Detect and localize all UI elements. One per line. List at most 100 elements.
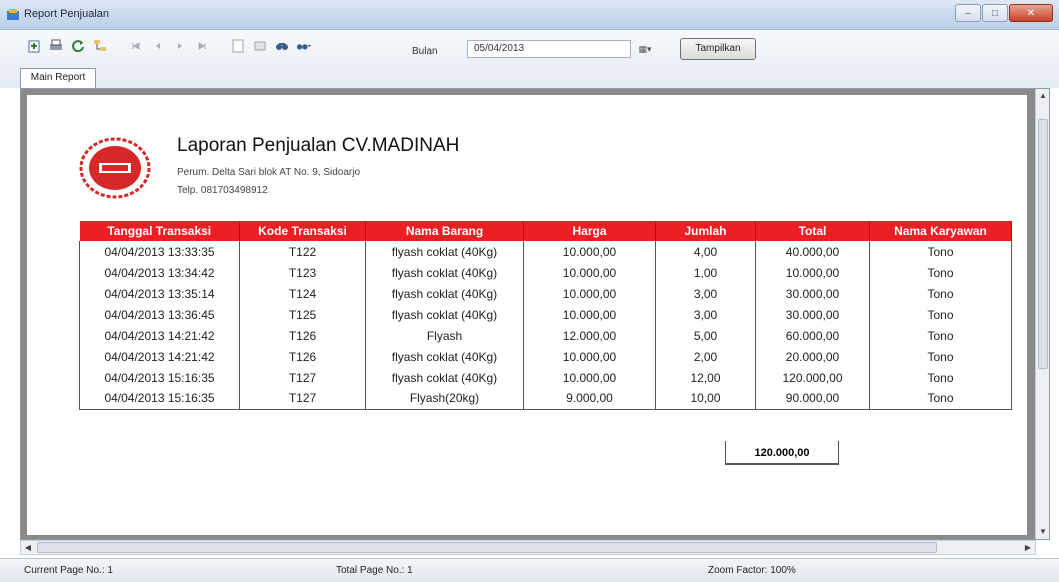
table-cell: T126 (239, 325, 366, 346)
report-toolbar-icons (26, 38, 318, 54)
export-icon[interactable] (26, 38, 42, 54)
tab-main-report[interactable]: Main Report (20, 68, 96, 88)
close-page-icon[interactable] (252, 38, 268, 54)
scroll-left-icon[interactable]: ◀ (21, 541, 35, 554)
table-cell: Tono (869, 262, 1012, 283)
goto-page-icon[interactable] (230, 38, 246, 54)
table-cell: Tono (869, 388, 1012, 410)
table-row: 04/04/2013 13:33:35 T122 flyash coklat (40… (79, 241, 1012, 262)
table-cell: 10.000,00 (523, 262, 656, 283)
column-header: Nama Barang (365, 221, 524, 241)
table-cell: T127 (239, 367, 366, 388)
window-controls: – □ ✕ (954, 4, 1053, 22)
horizontal-scrollbar[interactable]: ◀ ▶ (20, 540, 1036, 555)
table-cell: 04/04/2013 13:34:42 (79, 262, 240, 283)
report-title: Laporan Penjualan CV.MADINAH (177, 135, 460, 156)
report-address: Perum. Delta Sari blok AT No. 9, Sidoarj… (177, 167, 361, 178)
table-cell: 12.000,00 (523, 325, 656, 346)
table-cell: Tono (869, 283, 1012, 304)
table-row: 04/04/2013 15:16:35 T127 flyash coklat (40… (79, 367, 1012, 388)
calendar-dropdown-icon[interactable]: ▦▾ (634, 40, 656, 58)
table-cell: flyash coklat (40Kg) (365, 304, 524, 325)
scroll-right-icon[interactable]: ▶ (1021, 541, 1035, 554)
vertical-scrollbar[interactable]: ▲ ▼ (1035, 89, 1049, 539)
table-row: 04/04/2013 14:21:42 T126 Flyash 12.000,00 5,… (79, 325, 1012, 346)
table-cell: T123 (239, 262, 366, 283)
table-row: 04/04/2013 13:36:45 T125 flyash coklat (40… (79, 304, 1012, 325)
prev-page-icon[interactable] (150, 38, 166, 54)
table-cell: Tono (869, 325, 1012, 346)
zoom-status: Zoom Factor: 100% (708, 565, 796, 576)
table-cell: T126 (239, 346, 366, 367)
date-picker-input[interactable]: 05/04/2013 (467, 40, 631, 58)
table-cell: 40.000,00 (755, 241, 870, 262)
group-tree-icon[interactable] (92, 38, 108, 54)
scroll-up-icon[interactable]: ▲ (1036, 89, 1050, 103)
table-cell: 2,00 (655, 346, 756, 367)
bulan-label: Bulan (412, 46, 438, 57)
table-cell: 5,00 (655, 325, 756, 346)
table-cell: 10.000,00 (523, 241, 656, 262)
table-row: 04/04/2013 15:16:35 T127 Flyash(20kg) 9.000… (79, 388, 1012, 410)
app-icon (7, 9, 19, 20)
table-cell: T122 (239, 241, 366, 262)
table-row: 04/04/2013 13:34:42 T123 flyash coklat (40… (79, 262, 1012, 283)
print-icon[interactable] (48, 38, 64, 54)
title-bar: Report Penjualan – □ ✕ (0, 0, 1059, 30)
column-header: Tanggal Transaksi (79, 221, 240, 241)
table-row: 04/04/2013 14:21:42 T126 flyash coklat (40… (79, 346, 1012, 367)
table-cell: 04/04/2013 13:33:35 (79, 241, 240, 262)
table-body: 04/04/2013 13:33:35 T122 flyash coklat (40… (79, 241, 1012, 410)
table-row: 04/04/2013 13:35:14 T124 flyash coklat (40… (79, 283, 1012, 304)
table-cell: 10.000,00 (523, 304, 656, 325)
sales-table: Tanggal Transaksi Kode Transaksi Nama Ba… (79, 221, 1012, 410)
table-cell: flyash coklat (40Kg) (365, 367, 524, 388)
tampilkan-button[interactable]: Tampilkan (680, 38, 756, 60)
toolbar: Bulan 05/04/2013 ▦▾ Tampilkan Main Repor… (0, 30, 1059, 88)
table-cell: Tono (869, 367, 1012, 388)
table-cell: 04/04/2013 13:35:14 (79, 283, 240, 304)
status-bar: Current Page No.: 1 Total Page No.: 1 Zo… (0, 558, 1059, 582)
current-page-status: Current Page No.: 1 (24, 565, 113, 576)
refresh-icon[interactable] (70, 38, 86, 54)
table-cell: Tono (869, 241, 1012, 262)
maximize-button[interactable]: □ (982, 4, 1008, 22)
table-cell: 9.000,00 (523, 388, 656, 410)
close-button[interactable]: ✕ (1009, 4, 1053, 22)
table-cell: flyash coklat (40Kg) (365, 283, 524, 304)
table-cell: T125 (239, 304, 366, 325)
zoom-icon[interactable] (296, 38, 312, 54)
last-page-icon[interactable] (194, 38, 210, 54)
table-cell: 3,00 (655, 304, 756, 325)
table-cell: 10.000,00 (523, 283, 656, 304)
table-cell: T124 (239, 283, 366, 304)
scroll-down-icon[interactable]: ▼ (1036, 525, 1050, 539)
table-cell: Flyash(20kg) (365, 388, 524, 410)
column-header: Jumlah (655, 221, 756, 241)
table-cell: 3,00 (655, 283, 756, 304)
table-cell: Flyash (365, 325, 524, 346)
minimize-button[interactable]: – (955, 4, 981, 22)
table-cell: flyash coklat (40Kg) (365, 346, 524, 367)
next-page-icon[interactable] (172, 38, 188, 54)
table-header-row: Tanggal Transaksi Kode Transaksi Nama Ba… (79, 221, 1012, 241)
vertical-scroll-thumb[interactable] (1038, 119, 1048, 369)
report-page: Laporan Penjualan CV.MADINAH Perum. Delt… (27, 95, 1027, 535)
table-cell: flyash coklat (40Kg) (365, 262, 524, 283)
table-cell: 1,00 (655, 262, 756, 283)
table-cell: 60.000,00 (755, 325, 870, 346)
grand-total: 120.000,00 (725, 441, 839, 465)
column-header: Harga (523, 221, 656, 241)
table-cell: 20.000,00 (755, 346, 870, 367)
table-cell: 04/04/2013 14:21:42 (79, 325, 240, 346)
search-icon[interactable] (274, 38, 290, 54)
table-cell: 90.000,00 (755, 388, 870, 410)
first-page-icon[interactable] (128, 38, 144, 54)
horizontal-scroll-thumb[interactable] (37, 542, 937, 553)
table-cell: 10.000,00 (523, 346, 656, 367)
total-page-status: Total Page No.: 1 (336, 565, 413, 576)
table-cell: 4,00 (655, 241, 756, 262)
table-cell: 04/04/2013 15:16:35 (79, 367, 240, 388)
table-cell: 10.000,00 (523, 367, 656, 388)
table-cell: 10.000,00 (755, 262, 870, 283)
